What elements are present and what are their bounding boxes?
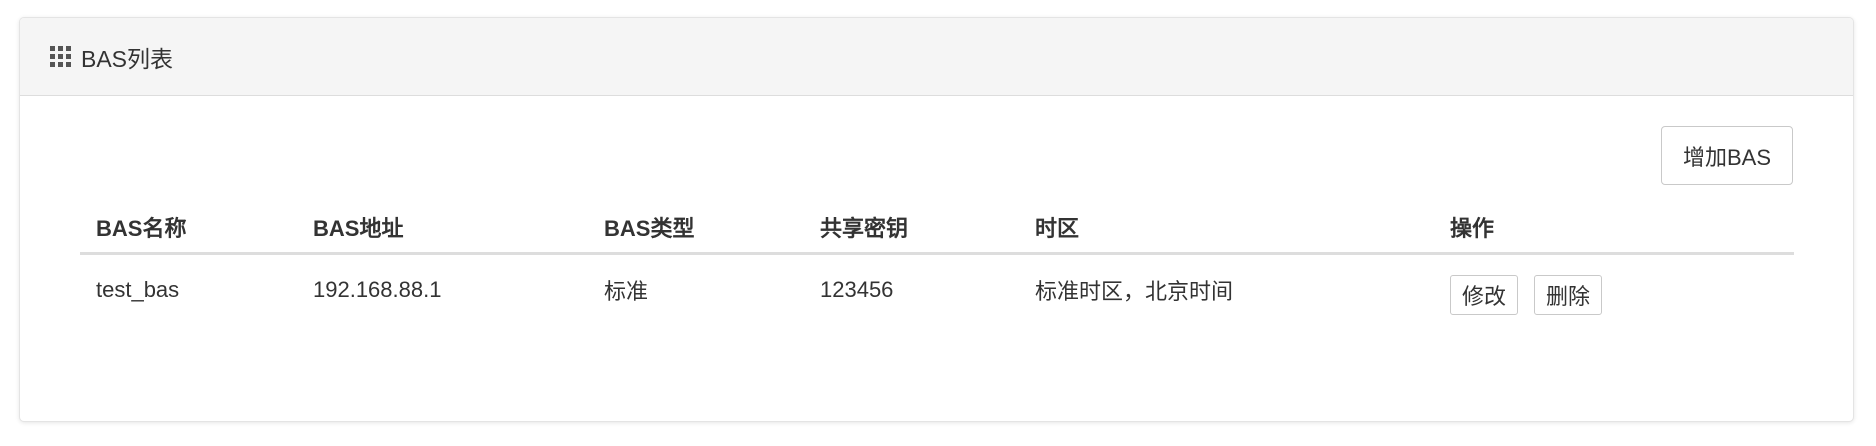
cell-secret: 123456 (820, 277, 894, 302)
grid-icon (50, 46, 71, 67)
column-header-address: BAS地址 (297, 202, 588, 255)
table-row: test_bas 192.168.88.1 标准 123456 标准时区，北京时… (80, 254, 1794, 326)
column-header-type: BAS类型 (588, 202, 804, 255)
edit-button[interactable]: 修改 (1450, 275, 1519, 315)
cell-type: 标准 (604, 279, 649, 304)
delete-button[interactable]: 删除 (1534, 275, 1603, 315)
cell-name: test_bas (96, 277, 180, 302)
table-header-row: BAS名称 BAS地址 BAS类型 共享密钥 时区 操作 (80, 202, 1794, 255)
panel-body: 增加BAS BAS名称 BAS地址 BAS类型 共享密钥 时区 操作 test_… (20, 96, 1853, 421)
panel-heading: BAS列表 (20, 18, 1853, 96)
bas-list-panel: BAS列表 增加BAS BAS名称 BAS地址 BAS类型 共享密钥 时区 操作… (19, 17, 1854, 422)
cell-timezone: 标准时区，北京时间 (1035, 279, 1234, 304)
column-header-actions: 操作 (1434, 202, 1794, 255)
add-bas-button[interactable]: 增加BAS (1660, 126, 1793, 185)
column-header-timezone: 时区 (1019, 202, 1434, 255)
cell-address: 192.168.88.1 (313, 277, 442, 302)
cell-actions: 修改 删除 (1434, 254, 1794, 326)
bas-table: BAS名称 BAS地址 BAS类型 共享密钥 时区 操作 test_bas 19… (80, 202, 1794, 325)
column-header-name: BAS名称 (80, 202, 297, 255)
panel-title: BAS列表 (81, 45, 174, 72)
column-header-secret: 共享密钥 (804, 202, 1019, 255)
